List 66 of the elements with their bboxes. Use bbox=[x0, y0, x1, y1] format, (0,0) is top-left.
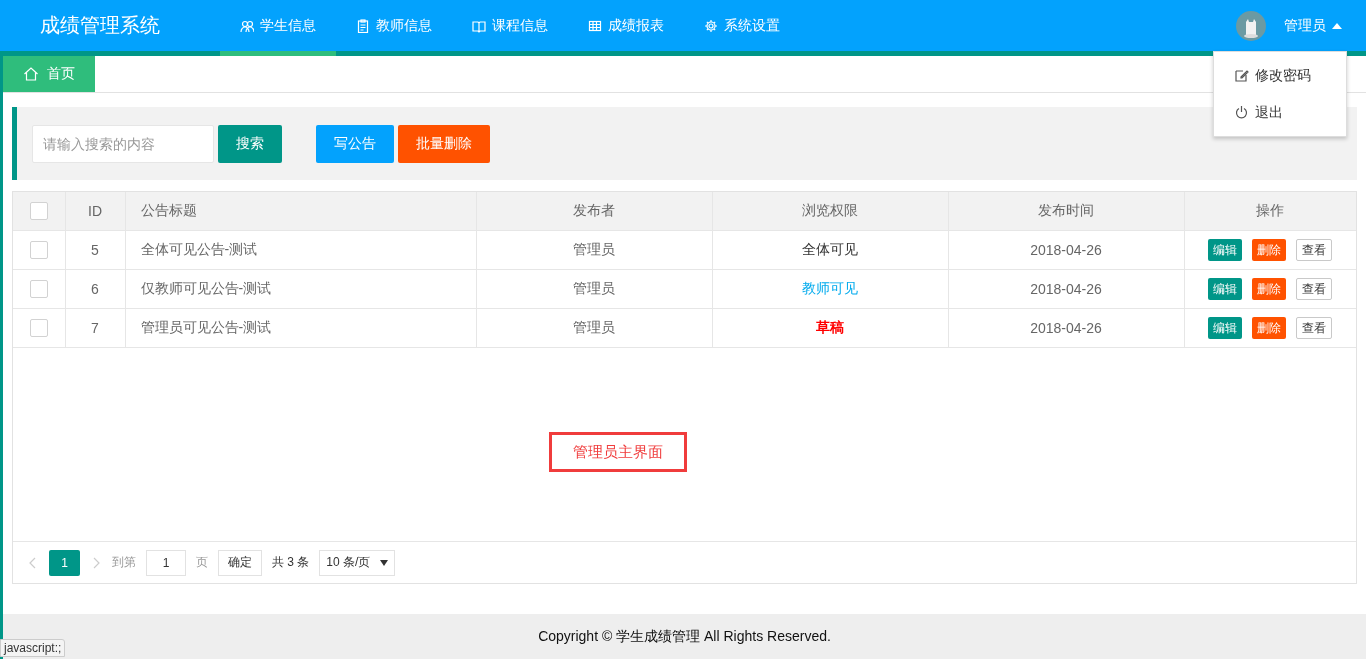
table-cell: 管理员可见公告-测试 bbox=[125, 308, 476, 348]
page-unit-label: 页 bbox=[196, 554, 208, 571]
delete-button[interactable]: 删除 bbox=[1252, 317, 1287, 339]
book-icon bbox=[472, 18, 486, 33]
search-field[interactable]: 请输入搜索的内容 bbox=[32, 124, 214, 163]
delete-button[interactable]: 删除 bbox=[1252, 278, 1287, 300]
nav-tab[interactable]: 系统设置 bbox=[684, 0, 800, 56]
page-number-field[interactable]: 1 bbox=[146, 549, 186, 576]
grid-icon bbox=[588, 18, 602, 33]
row-checkbox[interactable] bbox=[29, 319, 48, 338]
row-checkbox[interactable] bbox=[29, 241, 48, 260]
column-header: 操作 bbox=[1184, 192, 1356, 231]
confirm-button[interactable]: 确定 bbox=[218, 549, 262, 576]
write-notice-button[interactable]: 写公告 bbox=[316, 124, 394, 163]
edit-button[interactable]: 编辑 bbox=[1208, 278, 1243, 300]
nav-tab[interactable]: 成绩报表 bbox=[568, 0, 684, 56]
page-size-select[interactable]: 10 条/页 bbox=[319, 549, 396, 576]
clipboard-icon bbox=[356, 18, 370, 33]
edit-icon bbox=[1234, 68, 1249, 83]
select-all-checkbox[interactable] bbox=[29, 202, 48, 221]
view-button[interactable]: 查看 bbox=[1296, 317, 1333, 339]
nav-tab[interactable]: 教师信息 bbox=[336, 0, 452, 56]
table-cell: 2018-04-26 bbox=[948, 308, 1184, 348]
view-button[interactable]: 查看 bbox=[1296, 239, 1333, 261]
visibility-label: 教师可见 bbox=[802, 280, 858, 296]
power-icon bbox=[1234, 105, 1249, 120]
annotation-label: 管理员主界面 bbox=[549, 432, 687, 472]
table-cell: 2018-04-26 bbox=[948, 230, 1184, 270]
nav-tab[interactable]: 学生信息 bbox=[220, 0, 336, 56]
row-checkbox[interactable] bbox=[29, 280, 48, 299]
search-button[interactable]: 搜索 bbox=[218, 124, 282, 163]
avatar-icon bbox=[1236, 10, 1266, 41]
nav-tab[interactable]: 课程信息 bbox=[452, 0, 568, 56]
table-cell: 2018-04-26 bbox=[948, 269, 1184, 309]
people-icon bbox=[240, 18, 254, 33]
column-header: 发布者 bbox=[476, 192, 712, 231]
column-header: 公告标题 bbox=[125, 192, 476, 231]
menu-item[interactable]: 修改密码 bbox=[1214, 57, 1346, 94]
delete-button[interactable]: 删除 bbox=[1252, 239, 1287, 261]
column-header: 浏览权限 bbox=[712, 192, 948, 231]
view-button[interactable]: 查看 bbox=[1296, 278, 1333, 300]
home-icon bbox=[23, 66, 39, 82]
app-logo: 成绩管理系统 bbox=[39, 13, 161, 38]
table-cell: 5 bbox=[65, 230, 125, 270]
column-header: 发布时间 bbox=[948, 192, 1184, 231]
edit-button[interactable]: 编辑 bbox=[1208, 317, 1243, 339]
column-header: ID bbox=[65, 192, 125, 231]
total-count: 共 3 条 bbox=[272, 554, 310, 571]
user-menu-button[interactable]: 管理员 bbox=[1284, 16, 1342, 35]
table-cell: 7 bbox=[65, 308, 125, 348]
table-cell: 管理员 bbox=[476, 230, 712, 270]
visibility-label: 草稿 bbox=[816, 319, 844, 335]
settings-icon bbox=[704, 18, 718, 33]
table-cell: 管理员 bbox=[476, 308, 712, 348]
dropdown-arrow-icon bbox=[380, 559, 389, 566]
table-cell: 6 bbox=[65, 269, 125, 309]
goto-label: 到第 bbox=[112, 554, 136, 571]
batch-delete-button[interactable]: 批量删除 bbox=[398, 124, 490, 163]
table-cell: 仅教师可见公告-测试 bbox=[125, 269, 476, 309]
page-number-button[interactable]: 1 bbox=[49, 549, 80, 576]
edit-button[interactable]: 编辑 bbox=[1208, 239, 1243, 261]
table-cell: 全体可见公告-测试 bbox=[125, 230, 476, 270]
visibility-label: 全体可见 bbox=[802, 241, 858, 257]
page-tab[interactable]: 首页 bbox=[3, 56, 95, 92]
menu-item[interactable]: 退出 bbox=[1214, 94, 1346, 131]
table-cell: 管理员 bbox=[476, 269, 712, 309]
